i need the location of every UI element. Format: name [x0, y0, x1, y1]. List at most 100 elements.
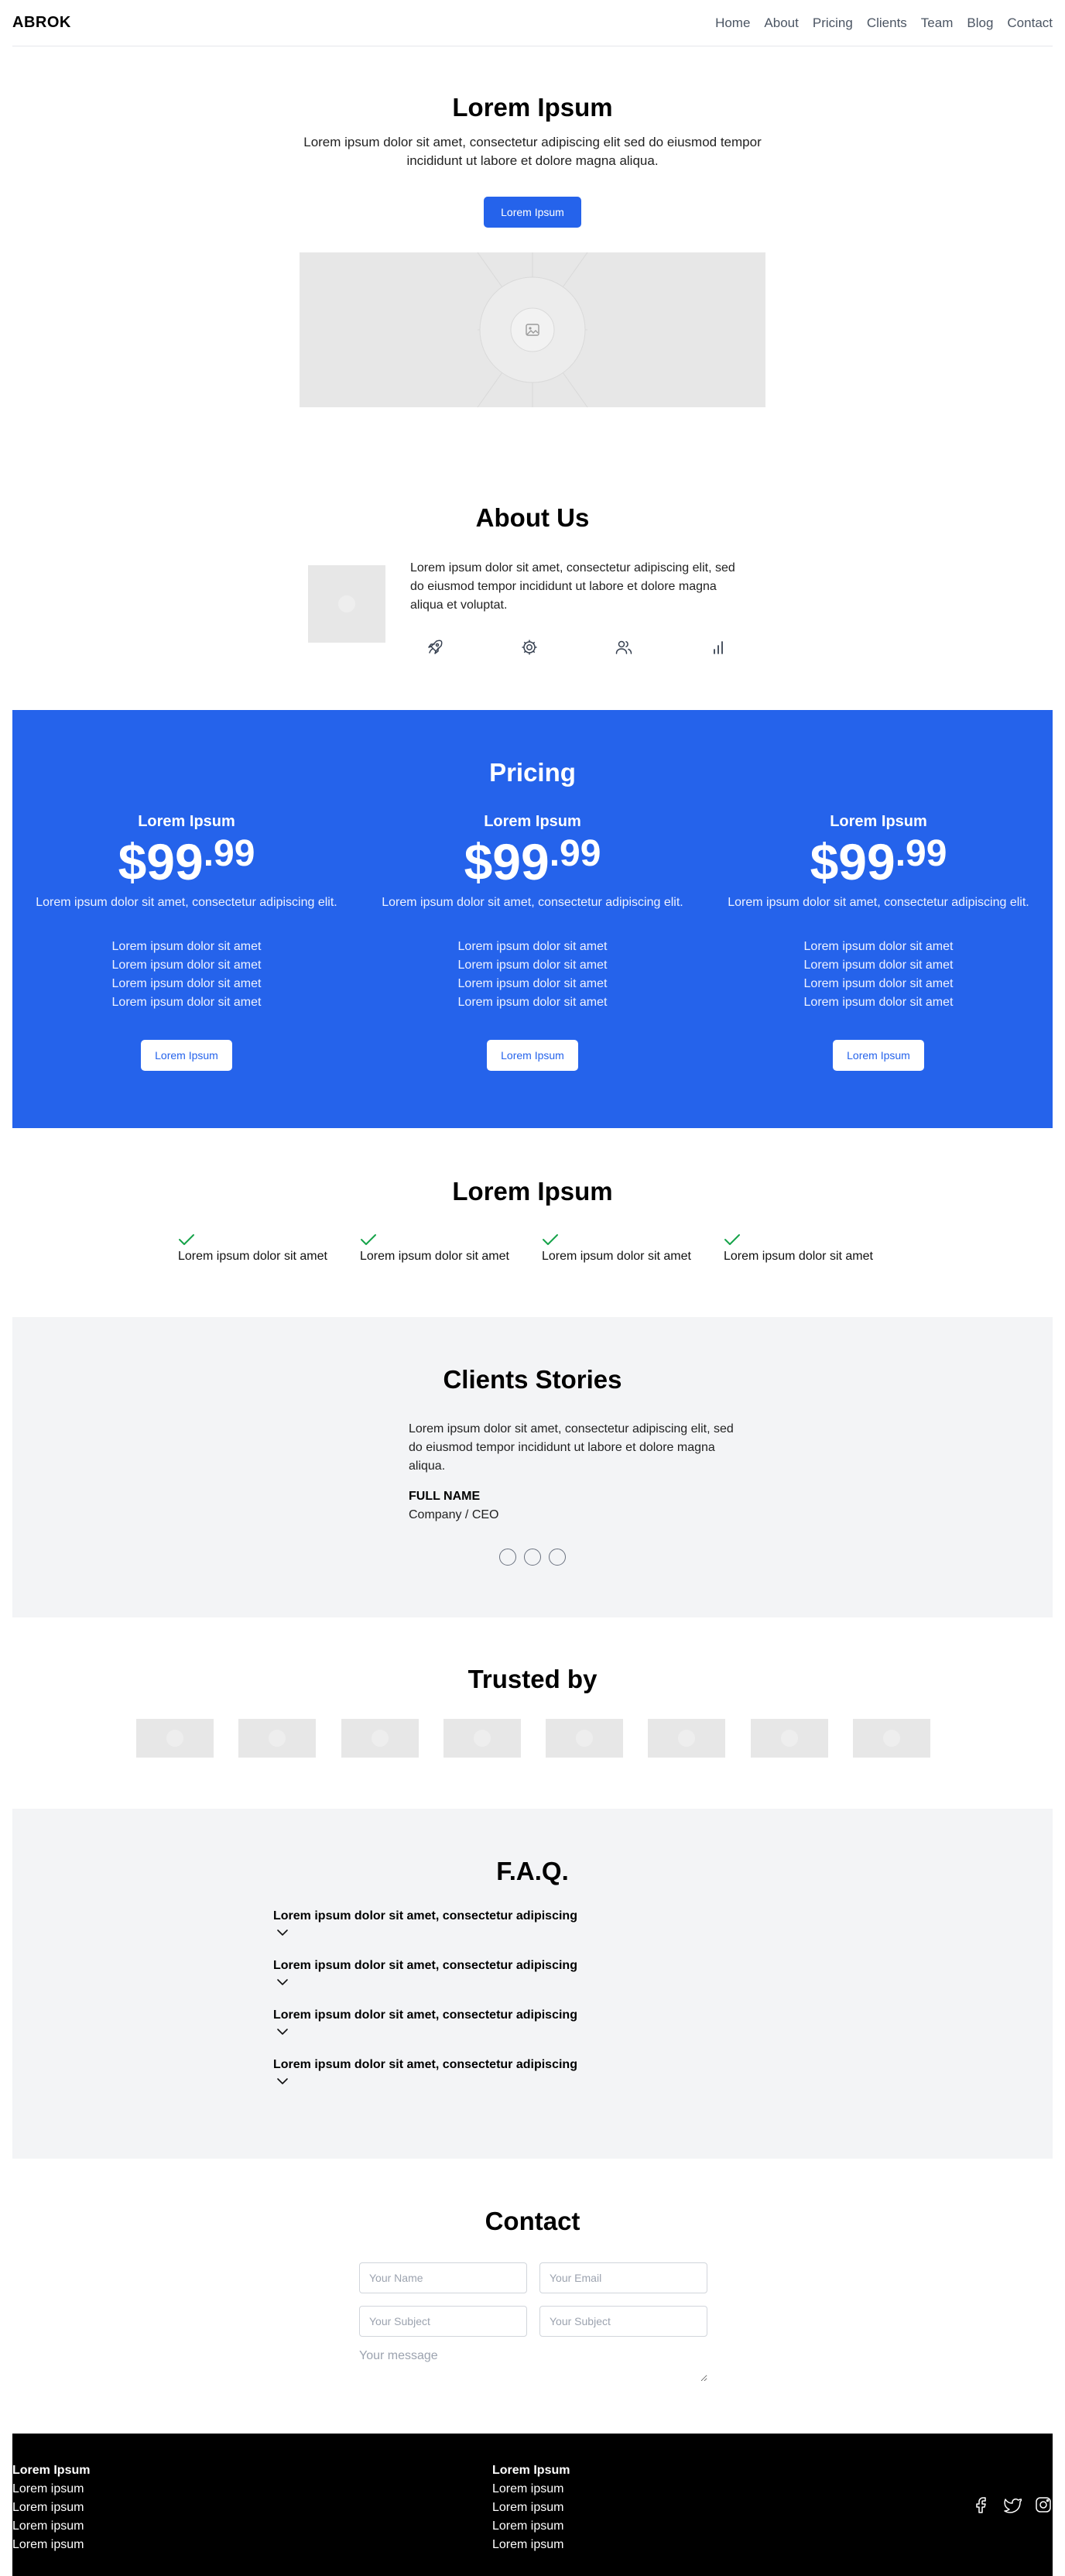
plan-features: Lorem ipsum dolor sit amet Lorem ipsum d…: [704, 938, 1053, 1012]
faq-item[interactable]: Lorem ipsum dolor sit amet, consectetur …: [273, 1909, 738, 1959]
client-quote: Lorem ipsum dolor sit amet, consectetur …: [409, 1422, 734, 1473]
plan-features: Lorem ipsum dolor sit amet Lorem ipsum d…: [12, 938, 361, 1012]
price-main: $99: [118, 833, 204, 890]
nav-link-home[interactable]: Home: [715, 15, 750, 31]
social-links: [972, 2495, 1053, 2514]
plan-feature: Lorem ipsum dolor sit amet: [457, 940, 608, 953]
feature-item: Lorem ipsum dolor sit amet: [178, 1233, 344, 1264]
plan-feature: Lorem ipsum dolor sit amet: [111, 940, 262, 953]
nav-link-pricing[interactable]: Pricing: [813, 15, 853, 31]
carousel-dot[interactable]: [499, 1549, 516, 1566]
features-list: Lorem ipsum dolor sit amet Lorem ipsum d…: [178, 1233, 890, 1264]
footer-heading: Lorem Ipsum: [492, 2464, 570, 2477]
chevron-down-icon[interactable]: [276, 2077, 289, 2086]
faq-item[interactable]: Lorem ipsum dolor sit amet, consectetur …: [273, 1959, 738, 2008]
plan-select-button[interactable]: Lorem Ipsum: [487, 1040, 578, 1071]
feature-text: Lorem ipsum dolor sit amet: [178, 1250, 327, 1263]
plan-feature: Lorem ipsum dolor sit amet: [803, 977, 954, 990]
faq-question[interactable]: Lorem ipsum dolor sit amet, consectetur …: [273, 2058, 738, 2072]
nav-links: Home About Pricing Clients Team Blog Con…: [715, 15, 1053, 31]
price-cents: .99: [203, 833, 255, 874]
subject-field-secondary[interactable]: [539, 2306, 707, 2337]
features-section: Lorem Ipsum Lorem ipsum dolor sit amet L…: [0, 1177, 1065, 1263]
price-cents: .99: [549, 833, 601, 874]
plan-feature: Lorem ipsum dolor sit amet: [457, 977, 608, 990]
footer-link[interactable]: Lorem ipsum: [12, 2499, 90, 2517]
hero-section: Lorem Ipsum Lorem ipsum dolor sit amet, …: [0, 93, 1065, 407]
faq-question[interactable]: Lorem ipsum dolor sit amet, consectetur …: [273, 2008, 738, 2022]
faq-item[interactable]: Lorem ipsum dolor sit amet, consectetur …: [273, 2008, 738, 2058]
faq-item[interactable]: Lorem ipsum dolor sit amet, consectetur …: [273, 2058, 738, 2108]
plan-description: Lorem ipsum dolor sit amet, consectetur …: [728, 896, 1029, 909]
chevron-down-icon[interactable]: [276, 1977, 289, 1987]
client-name: FULL NAME: [409, 1490, 481, 1503]
plan-feature: Lorem ipsum dolor sit amet: [803, 940, 954, 953]
partner-logo: [443, 1719, 521, 1758]
instagram-icon[interactable]: [1034, 2495, 1053, 2514]
nav-link-contact[interactable]: Contact: [1007, 15, 1053, 31]
chevron-down-icon[interactable]: [276, 2027, 289, 2036]
pricing-section: Pricing Lorem Ipsum $99.99 Lorem ipsum d…: [12, 710, 1053, 1128]
nav-link-blog[interactable]: Blog: [967, 15, 993, 31]
check-icon: [543, 1234, 558, 1245]
feature-item: Lorem ipsum dolor sit amet: [542, 1233, 708, 1264]
partner-logo: [238, 1719, 317, 1758]
about-text: Lorem ipsum dolor sit amet, consectetur …: [410, 561, 735, 612]
faq-question[interactable]: Lorem ipsum dolor sit amet, consectetur …: [273, 1959, 738, 1973]
about-body: Lorem ipsum dolor sit amet, consectetur …: [308, 559, 772, 667]
partner-logo: [546, 1719, 624, 1758]
footer-column: Lorem Ipsum Lorem ipsum Lorem ipsum Lore…: [492, 2461, 570, 2554]
contact-row: [359, 2262, 707, 2293]
image-icon: [526, 324, 539, 336]
footer-link[interactable]: Lorem ipsum: [492, 2517, 570, 2536]
rocket-icon: [426, 638, 444, 657]
carousel-dot[interactable]: [549, 1549, 566, 1566]
price-main: $99: [810, 833, 895, 890]
footer-column: Lorem Ipsum Lorem ipsum Lorem ipsum Lore…: [12, 2461, 90, 2554]
price-cents: .99: [895, 833, 947, 874]
message-field[interactable]: [359, 2349, 707, 2382]
about-section: About Us Lorem ipsum dolor sit amet, con…: [0, 503, 1065, 655]
contact-row: [359, 2306, 707, 2337]
hero-title: Lorem Ipsum: [452, 93, 613, 122]
plan-description: Lorem ipsum dolor sit amet, consectetur …: [382, 896, 683, 909]
about-icons: [426, 638, 728, 657]
feature-text: Lorem ipsum dolor sit amet: [542, 1250, 691, 1263]
price-main: $99: [464, 833, 550, 890]
page: ABROK Home About Pricing Clients Team Bl…: [0, 0, 1065, 2576]
footer-link[interactable]: Lorem ipsum: [12, 2480, 90, 2499]
footer-heading: Lorem Ipsum: [12, 2464, 91, 2477]
footer-link[interactable]: Lorem ipsum: [492, 2536, 570, 2554]
footer-link[interactable]: Lorem ipsum: [12, 2536, 90, 2554]
check-icon: [179, 1234, 194, 1245]
plan-select-button[interactable]: Lorem Ipsum: [141, 1040, 232, 1071]
nav-link-clients[interactable]: Clients: [867, 15, 907, 31]
partner-logo: [341, 1719, 419, 1758]
faq-question[interactable]: Lorem ipsum dolor sit amet, consectetur …: [273, 1909, 738, 1923]
plan-features: Lorem ipsum dolor sit amet Lorem ipsum d…: [358, 938, 707, 1012]
nav-link-team[interactable]: Team: [921, 15, 954, 31]
plan-feature: Lorem ipsum dolor sit amet: [803, 959, 954, 972]
subject-field[interactable]: [359, 2306, 527, 2337]
nav-link-about[interactable]: About: [764, 15, 798, 31]
plan-feature: Lorem ipsum dolor sit amet: [457, 996, 608, 1009]
feature-item: Lorem ipsum dolor sit amet: [724, 1233, 890, 1264]
pricing-plan: Lorem Ipsum $99.99 Lorem ipsum dolor sit…: [12, 813, 361, 1071]
twitter-icon[interactable]: [1003, 2495, 1022, 2514]
about-image-placeholder: [308, 565, 385, 643]
plan-feature: Lorem ipsum dolor sit amet: [111, 959, 262, 972]
footer-link[interactable]: Lorem ipsum: [492, 2480, 570, 2499]
carousel-dot[interactable]: [524, 1549, 541, 1566]
check-icon: [724, 1234, 740, 1245]
chevron-down-icon[interactable]: [276, 1928, 289, 1937]
email-field[interactable]: [539, 2262, 707, 2293]
footer-link[interactable]: Lorem ipsum: [12, 2517, 90, 2536]
plan-select-button[interactable]: Lorem Ipsum: [833, 1040, 924, 1071]
footer-link[interactable]: Lorem ipsum: [492, 2499, 570, 2517]
name-field[interactable]: [359, 2262, 527, 2293]
feature-text: Lorem ipsum dolor sit amet: [360, 1250, 509, 1263]
logo[interactable]: ABROK: [12, 14, 71, 32]
hero-cta-button[interactable]: Lorem Ipsum: [484, 197, 581, 228]
trusted-title: Trusted by: [467, 1665, 598, 1693]
facebook-icon[interactable]: [972, 2495, 991, 2514]
